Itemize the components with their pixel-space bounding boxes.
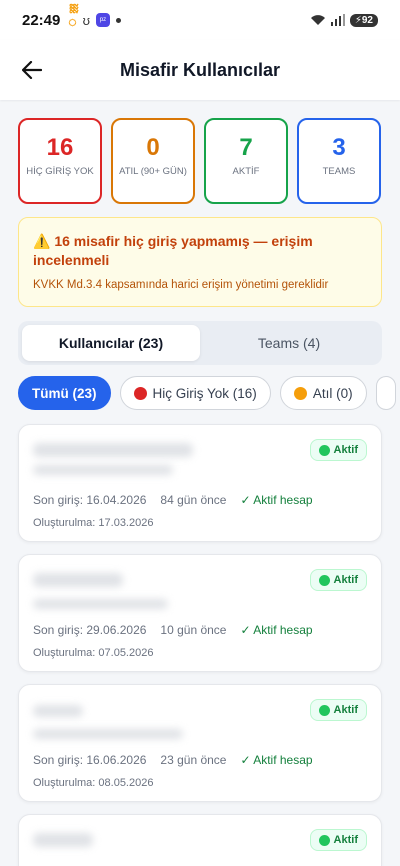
wifi-icon — [310, 15, 325, 25]
status-time: 22:49 — [22, 11, 61, 29]
user-card[interactable]: Aktif Son giriş: 16.06.2026 23 gün önce … — [18, 684, 382, 802]
battery-indicator: ⚡92 — [349, 13, 378, 27]
created-date: Oluşturulma: 08.05.2026 — [33, 777, 154, 789]
last-login: Son giriş: 16.06.2026 — [33, 753, 147, 767]
filter-more[interactable] — [375, 376, 396, 410]
redacted-name — [33, 833, 93, 847]
page-title: Misafir Kullanıcılar — [119, 59, 281, 80]
last-login: Son giriş: 29.06.2026 — [33, 623, 147, 637]
green-dot-icon — [318, 574, 330, 586]
status-badge: Aktif — [309, 699, 367, 721]
days-ago: 10 gün önce — [160, 623, 227, 637]
redacted-name — [33, 573, 123, 587]
created-date: Oluşturulma: 17.03.2026 — [33, 517, 154, 529]
user-card[interactable]: Aktif Son giriş: 16.04.2026 84 gün önce … — [18, 424, 382, 542]
status-badge: Aktif — [309, 569, 367, 591]
status-bar: 22:49 ᢆ ʊ pz ⚡92 — [0, 0, 400, 40]
app-notification-icon: ᢆ — [68, 14, 77, 30]
stat-card-teams[interactable]: 3 TEAMS — [297, 118, 381, 204]
warning-title: ⚠️ 16 misafir hiç giriş yapmamış — erişi… — [33, 233, 313, 268]
orange-circle-icon — [293, 386, 307, 400]
user-card[interactable]: Aktif Son giriş: 29.06.2026 10 gün önce … — [18, 554, 382, 672]
green-dot-icon — [318, 834, 330, 846]
stat-card-idle[interactable]: 0 ATIL (90+ GÜN) — [111, 118, 195, 204]
stat-card-never-logged-in[interactable]: 16 HİÇ GİRİŞ YOK — [18, 118, 102, 204]
stat-value: 0 — [146, 134, 160, 161]
stat-value: 3 — [332, 134, 346, 161]
back-button[interactable] — [12, 50, 52, 90]
stat-label: ATIL (90+ GÜN) — [119, 166, 187, 177]
last-login: Son giriş: 16.04.2026 — [33, 493, 147, 507]
redacted-name — [33, 443, 193, 457]
redacted-email — [33, 599, 168, 609]
status-badge: Aktif — [309, 829, 367, 851]
user-card[interactable]: Aktif — [18, 814, 382, 866]
account-status: ✓ Aktif hesap — [240, 493, 313, 507]
cat-notification-icon: ʊ — [82, 12, 90, 28]
stat-value: 16 — [46, 134, 74, 161]
warning-banner: ⚠️ 16 misafir hiç giriş yapmamış — erişi… — [18, 217, 382, 307]
filter-chips: Tümü (23) Hiç Giriş Yok (16) Atıl (0) — [18, 376, 400, 412]
days-ago: 84 gün önce — [160, 493, 227, 507]
status-badge: Aktif — [309, 439, 367, 461]
filter-idle[interactable]: Atıl (0) — [279, 376, 367, 410]
redacted-email — [33, 729, 183, 739]
stat-label: AKTİF — [232, 166, 260, 177]
pazarama-notification-icon: pz — [96, 13, 110, 27]
stats-row: 16 HİÇ GİRİŞ YOK 0 ATIL (90+ GÜN) 7 AKTİ… — [18, 118, 382, 204]
account-status: ✓ Aktif hesap — [240, 623, 313, 637]
filter-never-logged-in[interactable]: Hiç Giriş Yok (16) — [119, 376, 271, 410]
filter-label: Tümü (23) — [32, 385, 97, 401]
tab-teams[interactable]: Teams (4) — [200, 325, 378, 361]
red-circle-icon — [133, 386, 147, 400]
green-dot-icon — [318, 704, 330, 716]
more-notifications-icon — [116, 17, 121, 23]
stat-label: TEAMS — [322, 166, 356, 177]
tab-users[interactable]: Kullanıcılar (23) — [22, 325, 200, 361]
signal-icon — [330, 14, 345, 26]
filter-label: Atıl (0) — [312, 385, 353, 401]
green-dot-icon — [318, 444, 330, 456]
tab-switcher: Kullanıcılar (23) Teams (4) — [18, 321, 382, 365]
warning-subtitle: KVKK Md.3.4 kapsamında harici erişim yön… — [33, 279, 329, 291]
stat-value: 7 — [239, 134, 253, 161]
redacted-email — [33, 465, 173, 475]
stat-card-active[interactable]: 7 AKTİF — [204, 118, 288, 204]
stat-label: HİÇ GİRİŞ YOK — [26, 166, 94, 177]
account-status: ✓ Aktif hesap — [240, 753, 313, 767]
back-arrow-icon — [22, 61, 42, 79]
filter-label: Hiç Giriş Yok (16) — [152, 385, 257, 401]
created-date: Oluşturulma: 07.05.2026 — [33, 647, 154, 659]
filter-all[interactable]: Tümü (23) — [18, 376, 111, 410]
days-ago: 23 gün önce — [160, 753, 227, 767]
redacted-name — [33, 705, 83, 717]
app-bar: Misafir Kullanıcılar — [0, 40, 400, 100]
